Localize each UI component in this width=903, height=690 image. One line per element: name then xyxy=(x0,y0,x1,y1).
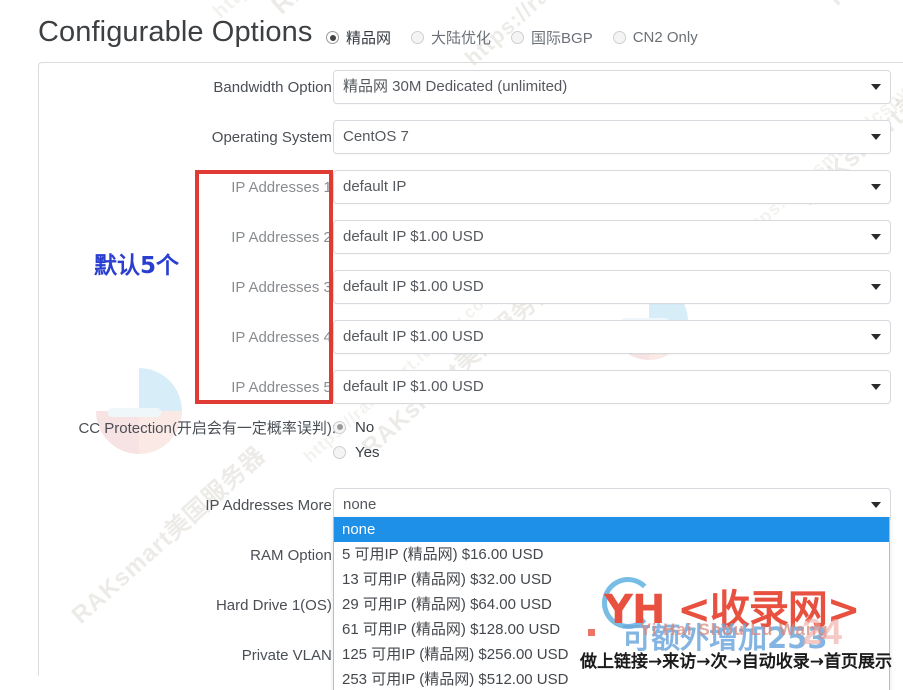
cc-protection-radio-yes[interactable]: Yes xyxy=(333,441,379,463)
field-label: Bandwidth Option: xyxy=(213,79,336,96)
watermark-text: RAKsmart美国服务器 xyxy=(818,0,903,13)
ip-addresses-2-select[interactable]: default IP $1.00 USD xyxy=(333,220,891,254)
select-value: default IP $1.00 USD xyxy=(343,228,484,245)
annotation-note-text: 默认5个 xyxy=(94,253,180,279)
ip-addresses-5-select[interactable]: default IP $1.00 USD xyxy=(333,370,891,404)
form-row-cc-protection: CC Protection(开启会有一定概率误判): No Yes xyxy=(0,412,903,472)
chevron-down-icon xyxy=(871,334,881,340)
radio-indicator-icon xyxy=(333,445,346,459)
cc-protection-radio-no[interactable]: No xyxy=(333,416,379,438)
radio-indicator-icon xyxy=(511,31,525,44)
radio-indicator-icon xyxy=(333,420,346,434)
field-label: IP Addresses 5: xyxy=(231,379,336,396)
page-title: Configurable Options xyxy=(38,16,313,48)
form-row-ip-addresses-1: IP Addresses 1: default IP xyxy=(0,162,903,212)
field-label: Hard Drive 1(OS): xyxy=(215,597,336,614)
field-label: IP Addresses 1: xyxy=(231,179,336,196)
form-row-ip-addresses-4: IP Addresses 4: default IP $1.00 USD xyxy=(0,312,903,362)
form-row-operating-system: Operating System: CentOS 7 xyxy=(0,112,903,162)
select-value: 精品网 30M Dedicated (unlimited) xyxy=(343,78,568,95)
radio-indicator-icon xyxy=(612,31,626,44)
network-radio-guoji-bgp[interactable]: 国际BGP xyxy=(511,27,593,48)
select-value: default IP $1.00 USD xyxy=(343,278,484,295)
ip-addresses-1-select[interactable]: default IP xyxy=(333,170,891,204)
dropdown-option[interactable]: 29 可用IP (精品网) $64.00 USD xyxy=(334,592,889,617)
form-row-ip-addresses-5: IP Addresses 5: default IP $1.00 USD xyxy=(0,362,903,412)
network-radio-jingpinwang[interactable]: 精品网 xyxy=(326,27,391,48)
network-radio-label: 国际BGP xyxy=(531,30,593,47)
field-label: CC Protection(开启会有一定概率误判): xyxy=(78,420,336,437)
page-root: RAKsmart美国服务器 https://raksmart美国服 https:… xyxy=(0,0,903,690)
field-label: IP Addresses 4: xyxy=(231,329,336,346)
select-value: default IP xyxy=(343,178,407,195)
chevron-down-icon xyxy=(871,134,881,140)
ip-addresses-3-select[interactable]: default IP $1.00 USD xyxy=(333,270,891,304)
select-value: CentOS 7 xyxy=(343,128,409,145)
field-label: IP Addresses More: xyxy=(205,497,336,514)
dropdown-option[interactable]: 13 可用IP (精品网) $32.00 USD xyxy=(334,567,889,592)
chevron-down-icon xyxy=(871,84,881,90)
network-radio-label: 大陆优化 xyxy=(431,30,492,47)
network-radio-dalu-youhua[interactable]: 大陆优化 xyxy=(411,27,491,48)
dropdown-option[interactable]: 253 可用IP (精品网) $512.00 USD xyxy=(334,667,889,690)
form-row-bandwidth-option: Bandwidth Option: 精品网 30M Dedicated (unl… xyxy=(0,62,903,112)
cc-protection-radio-group: No Yes xyxy=(333,416,379,466)
chevron-down-icon xyxy=(871,234,881,240)
ip-addresses-more-option-list[interactable]: none 5 可用IP (精品网) $16.00 USD 13 可用IP (精品… xyxy=(333,517,890,690)
network-radio-cn2-only[interactable]: CN2 Only xyxy=(612,29,698,46)
chevron-down-icon xyxy=(871,384,881,390)
network-type-radio-group: 精品网 大陆优化 国际BGP CN2 Only xyxy=(326,27,698,48)
dropdown-option[interactable]: 125 可用IP (精品网) $256.00 USD xyxy=(334,642,889,667)
chevron-down-icon xyxy=(871,184,881,190)
select-value: default IP $1.00 USD xyxy=(343,378,484,395)
chevron-down-icon xyxy=(871,502,881,508)
field-label: RAM Option: xyxy=(250,547,336,564)
cc-protection-option-label: Yes xyxy=(355,443,380,461)
field-label: Private VLAN: xyxy=(241,647,336,664)
bandwidth-option-select[interactable]: 精品网 30M Dedicated (unlimited) xyxy=(333,70,891,104)
dropdown-option[interactable]: 61 可用IP (精品网) $128.00 USD xyxy=(334,617,889,642)
dropdown-option[interactable]: 5 可用IP (精品网) $16.00 USD xyxy=(334,542,889,567)
radio-indicator-icon xyxy=(411,31,425,44)
operating-system-select[interactable]: CentOS 7 xyxy=(333,120,891,154)
network-radio-label: 精品网 xyxy=(346,30,392,47)
cc-protection-option-label: No xyxy=(355,418,375,436)
dropdown-option[interactable]: none xyxy=(334,517,889,542)
radio-indicator-icon xyxy=(326,31,339,44)
chevron-down-icon xyxy=(871,284,881,290)
field-label: Operating System: xyxy=(211,129,336,146)
network-radio-label: CN2 Only xyxy=(632,29,698,46)
ip-addresses-4-select[interactable]: default IP $1.00 USD xyxy=(333,320,891,354)
field-label: IP Addresses 2: xyxy=(231,229,336,246)
select-value: default IP $1.00 USD xyxy=(343,328,484,345)
